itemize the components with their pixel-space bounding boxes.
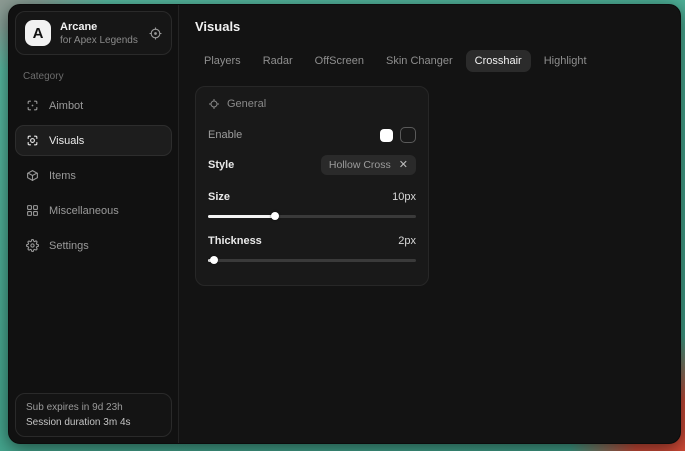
target-icon[interactable]: [149, 27, 162, 40]
sidebar-item-settings[interactable]: Settings: [15, 230, 172, 261]
tab-skin-changer[interactable]: Skin Changer: [377, 50, 462, 72]
focus-scan-icon: [26, 134, 39, 147]
panel-title: General: [227, 98, 266, 110]
tab-crosshair[interactable]: Crosshair: [466, 50, 531, 72]
size-row: Size 10px: [208, 191, 416, 203]
tab-offscreen[interactable]: OffScreen: [306, 50, 373, 72]
sidebar-item-aimbot[interactable]: Aimbot: [15, 90, 172, 121]
thickness-row: Thickness 2px: [208, 235, 416, 247]
app-subtitle: for Apex Legends: [60, 35, 140, 46]
thickness-label: Thickness: [208, 235, 262, 247]
enable-row: Enable: [208, 127, 416, 143]
tab-radar[interactable]: Radar: [254, 50, 302, 72]
box-icon: [26, 169, 39, 182]
size-slider-fill: [208, 215, 275, 218]
sidebar: A Arcane for Apex Legends Category: [9, 5, 179, 443]
sidebar-nav: Aimbot Visuals Items: [15, 88, 172, 263]
sidebar-item-label: Visuals: [49, 135, 84, 147]
session-duration-text: Session duration 3m 4s: [26, 417, 161, 428]
crosshair-frame-icon: [26, 99, 39, 112]
general-panel: General Enable Style Hollow Cross ✕ Size…: [195, 86, 429, 286]
size-value: 10px: [392, 191, 416, 203]
main-content: Visuals Players Radar OffScreen Skin Cha…: [179, 5, 680, 443]
sidebar-item-miscellaneous[interactable]: Miscellaneous: [15, 195, 172, 226]
enable-checkbox[interactable]: [400, 127, 416, 143]
sidebar-item-label: Aimbot: [49, 100, 83, 112]
tab-players[interactable]: Players: [195, 50, 250, 72]
style-row: Style Hollow Cross ✕: [208, 155, 416, 175]
size-slider-track[interactable]: [208, 215, 416, 218]
page-title: Visuals: [195, 19, 664, 34]
thickness-slider-track[interactable]: [208, 259, 416, 262]
style-value: Hollow Cross: [329, 159, 391, 171]
sidebar-header: A Arcane for Apex Legends: [15, 11, 172, 55]
sub-expires-text: Sub expires in 9d 23h: [26, 402, 161, 413]
size-label: Size: [208, 191, 230, 203]
thickness-slider-thumb[interactable]: [210, 256, 218, 264]
color-swatch[interactable]: [380, 129, 393, 142]
app-logo: A: [25, 20, 51, 46]
tab-highlight[interactable]: Highlight: [535, 50, 596, 72]
size-slider[interactable]: [208, 211, 416, 221]
sidebar-item-label: Items: [49, 170, 76, 182]
thickness-value: 2px: [398, 235, 416, 247]
sidebar-item-items[interactable]: Items: [15, 160, 172, 191]
style-label: Style: [208, 159, 234, 171]
tab-bar: Players Radar OffScreen Skin Changer Cro…: [195, 50, 664, 72]
clear-icon[interactable]: ✕: [399, 160, 408, 171]
subscription-info: Sub expires in 9d 23h Session duration 3…: [15, 393, 172, 437]
sidebar-item-label: Settings: [49, 240, 89, 252]
style-select[interactable]: Hollow Cross ✕: [321, 155, 416, 175]
sidebar-item-label: Miscellaneous: [49, 205, 119, 217]
thickness-slider-fill: [208, 259, 214, 262]
size-slider-thumb[interactable]: [271, 212, 279, 220]
grid-icon: [26, 204, 39, 217]
gear-icon: [26, 239, 39, 252]
enable-label: Enable: [208, 129, 242, 141]
thickness-slider[interactable]: [208, 255, 416, 265]
app-title: Arcane: [60, 21, 140, 33]
category-label: Category: [15, 63, 172, 88]
app-window: A Arcane for Apex Legends Category: [8, 4, 681, 444]
sidebar-item-visuals[interactable]: Visuals: [15, 125, 172, 156]
general-icon: [208, 98, 220, 110]
